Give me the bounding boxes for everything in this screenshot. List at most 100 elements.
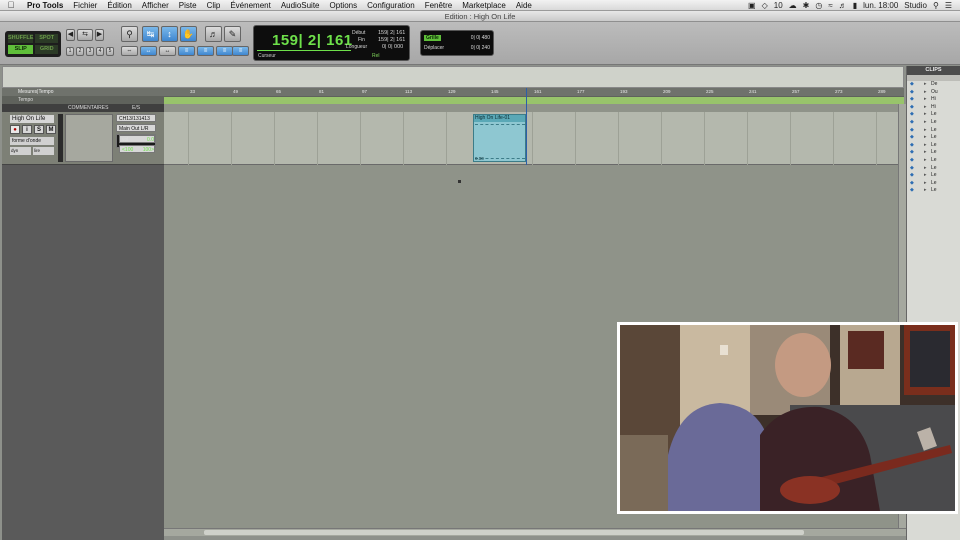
expand-triangle-icon[interactable]: ▸: [924, 119, 931, 127]
menu-configuration[interactable]: Configuration: [362, 1, 420, 10]
trim-tool-icon[interactable]: ↹: [142, 26, 159, 42]
expand-triangle-icon[interactable]: ▸: [924, 89, 931, 97]
nudge-row[interactable]: Déplacer 0| 0| 240: [424, 45, 492, 51]
expand-triangle-icon[interactable]: ▸: [924, 149, 931, 157]
dropbox-icon[interactable]: ◇: [762, 1, 768, 10]
audio-clip[interactable]: High On Life-01 0.00: [473, 114, 526, 162]
insertion-follows-icon[interactable]: ≡: [178, 46, 195, 56]
clip-list-item[interactable]: ◆ ▸ Le: [907, 172, 960, 180]
expand-triangle-icon[interactable]: ▸: [924, 157, 931, 165]
clip-list-item[interactable]: ◆ ▸ De: [907, 81, 960, 89]
tempo-ruler[interactable]: Tempo: [2, 96, 904, 104]
end-value[interactable]: 159| 2| 161: [378, 37, 405, 43]
tab-option-icon[interactable]: ≡: [232, 46, 249, 56]
clock[interactable]: lun. 18:00: [863, 1, 898, 10]
grid-row[interactable]: Grille 0| 0| 480: [424, 35, 492, 41]
menu-evenement[interactable]: Événement: [225, 1, 275, 10]
mode-slip[interactable]: SLIP: [8, 45, 34, 54]
zoom-preset-3[interactable]: 3: [86, 47, 94, 56]
clip-list-item[interactable]: ◆ ▸ Hi: [907, 96, 960, 104]
spotlight-icon[interactable]: ⚲: [933, 1, 939, 10]
zoom-preset-5[interactable]: 5: [106, 47, 114, 56]
mode-shuffle[interactable]: SHUFFLE: [8, 34, 34, 43]
zoomer-tool-icon[interactable]: ⚲: [121, 26, 138, 42]
user-name[interactable]: Studio: [904, 1, 927, 10]
bars-beats-ruler[interactable]: Mesures|Tempo 33 49 65 81 97 113 129 145…: [2, 88, 904, 96]
battery-icon[interactable]: ▮: [853, 1, 857, 10]
main-counter[interactable]: 159| 2| 161 Début Fin Longueur 159| 2| 1…: [253, 25, 410, 61]
clip-list-item[interactable]: ◆ ▸ Le: [907, 127, 960, 135]
expand-triangle-icon[interactable]: ▸: [924, 81, 931, 89]
track-lane[interactable]: High On Life-01 0.00: [164, 112, 904, 165]
solo-button[interactable]: S: [34, 125, 44, 134]
track-name[interactable]: High On Life: [10, 115, 54, 123]
menu-options[interactable]: Options: [325, 1, 363, 10]
zoom-preset-4[interactable]: 4: [96, 47, 104, 56]
bluetooth-icon[interactable]: ✱: [803, 1, 810, 10]
rel-label[interactable]: Rel: [372, 53, 380, 59]
menu-fichier[interactable]: Fichier: [68, 1, 102, 10]
menu-edition[interactable]: Édition: [102, 1, 136, 10]
clip-list-item[interactable]: ◆ ▸ Le: [907, 180, 960, 188]
menu-clip[interactable]: Clip: [202, 1, 226, 10]
menu-afficher[interactable]: Afficher: [137, 1, 174, 10]
menu-piste[interactable]: Piste: [174, 1, 202, 10]
clip-list-item[interactable]: ◆ ▸ Le: [907, 149, 960, 157]
menu-fenetre[interactable]: Fenêtre: [420, 1, 458, 10]
clip-list-item[interactable]: ◆ ▸ Le: [907, 134, 960, 142]
clip-list-item[interactable]: ◆ ▸ Le: [907, 165, 960, 173]
expand-triangle-icon[interactable]: ▸: [924, 104, 931, 112]
volume-icon[interactable]: ♬: [839, 1, 847, 10]
menu-aide[interactable]: Aide: [511, 1, 537, 10]
clip-list-item[interactable]: ◆ ▸ Le: [907, 111, 960, 119]
pencil-tool-icon[interactable]: ✎: [224, 26, 241, 42]
zoom-preset-1[interactable]: 1: [66, 47, 74, 56]
clip-list-item[interactable]: ◆ ▸ Ou: [907, 89, 960, 97]
list-icon[interactable]: ☰: [945, 1, 952, 10]
zoom-preset-2[interactable]: 2: [76, 47, 84, 56]
cloud-icon[interactable]: ☁: [789, 1, 797, 10]
expand-triangle-icon[interactable]: ▸: [924, 180, 931, 188]
expand-triangle-icon[interactable]: ▸: [924, 127, 931, 135]
scrollbar-thumb[interactable]: [204, 530, 804, 535]
expand-triangle-icon[interactable]: ▸: [924, 111, 931, 119]
expand-triangle-icon[interactable]: ▸: [924, 165, 931, 173]
menu-marketplace[interactable]: Marketplace: [457, 1, 511, 10]
zoom-horizontal-icon[interactable]: ⇆: [77, 29, 93, 41]
expand-triangle-icon[interactable]: ▸: [924, 134, 931, 142]
apple-icon[interactable]: : [0, 0, 22, 10]
record-arm-button[interactable]: ●: [10, 125, 20, 134]
expand-triangle-icon[interactable]: ▸: [924, 172, 931, 180]
mode-spot[interactable]: SPOT: [35, 34, 58, 43]
camera-icon[interactable]: ▣: [748, 1, 756, 10]
start-value[interactable]: 159| 2| 161: [378, 30, 405, 36]
link-timeline-icon[interactable]: ↔: [140, 46, 157, 56]
clip-list-item[interactable]: ◆ ▸ Le: [907, 142, 960, 150]
track-output-selector[interactable]: Main Out L/R: [116, 124, 156, 132]
zoom-in-icon[interactable]: ▶: [95, 29, 104, 41]
mirror-midi-icon[interactable]: ≡: [197, 46, 214, 56]
wifi-icon[interactable]: ≈: [828, 1, 832, 10]
clip-list-item[interactable]: ◆ ▸ Le: [907, 187, 960, 195]
horizontal-scrollbar[interactable]: [164, 528, 906, 536]
link-track-icon[interactable]: ↔: [159, 46, 176, 56]
clip-list-item[interactable]: ◆ ▸ Le: [907, 119, 960, 127]
menu-app[interactable]: Pro Tools: [22, 1, 68, 10]
clips-title[interactable]: CLIPS: [907, 66, 960, 75]
tempo-lane[interactable]: [164, 97, 904, 104]
input-monitor-button[interactable]: i: [22, 125, 32, 134]
zoom-out-icon[interactable]: ◀: [66, 29, 75, 41]
scrubber-tool-icon[interactable]: ♬: [205, 26, 222, 42]
selector-tool-icon[interactable]: ↕: [161, 26, 178, 42]
track-volume[interactable]: vol 0.0 <100 100>: [116, 134, 156, 153]
mute-button[interactable]: M: [46, 125, 56, 134]
expand-triangle-icon[interactable]: ▸: [924, 187, 931, 195]
clip-list-item[interactable]: ◆ ▸ Le: [907, 157, 960, 165]
mode-grid[interactable]: GRID: [35, 45, 58, 54]
zoom-toggle-icon[interactable]: ≡: [216, 46, 233, 56]
track-comments[interactable]: [65, 114, 113, 162]
tab-to-transient-icon[interactable]: ⇔: [121, 46, 138, 56]
expand-triangle-icon[interactable]: ▸: [924, 96, 931, 104]
length-value[interactable]: 0| 0| 000: [382, 44, 403, 50]
playlist-mode[interactable]: lire: [33, 147, 54, 155]
